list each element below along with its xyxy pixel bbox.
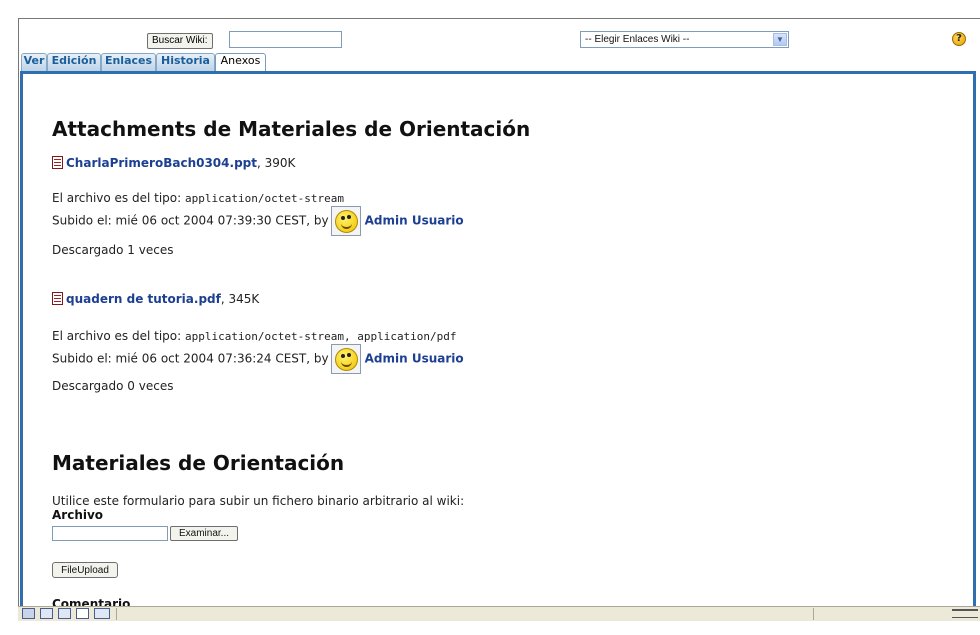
address-book-icon[interactable] — [58, 608, 71, 619]
attachment-type: El archivo es del tipo: application/octe… — [52, 191, 344, 205]
attachment-type-value: application/octet-stream, application/pd… — [185, 330, 457, 343]
mail-icon[interactable] — [40, 608, 53, 619]
help-icon[interactable]: ? — [952, 32, 966, 46]
tab-ver[interactable]: Ver — [21, 53, 47, 71]
status-separator — [813, 608, 814, 620]
wiki-links-select[interactable]: -- Elegir Enlaces Wiki -- ▼ — [580, 31, 789, 48]
file-label: Archivo — [52, 508, 104, 522]
comment-label: Comentario — [52, 597, 131, 606]
attachment-item: CharlaPrimeroBach0304.ppt, 390K — [52, 156, 295, 170]
avatar[interactable] — [330, 344, 361, 374]
tab-anexos[interactable]: Anexos — [215, 53, 266, 72]
upload-date: Subido el: mié 06 oct 2004 07:39:30 CEST… — [52, 213, 329, 228]
attachment-downloads: Descargado 0 veces — [52, 379, 174, 393]
upload-instructions: Utilice este formulario para subir un fi… — [52, 494, 465, 508]
smiley-face-icon — [334, 210, 358, 233]
status-bar — [18, 606, 980, 621]
smiley-face-icon — [334, 348, 358, 371]
attachment-item: quadern de tutoria.pdf, 345K — [52, 292, 259, 306]
attachment-link[interactable]: CharlaPrimeroBach0304.ppt — [66, 156, 257, 170]
attachment-type-label: El archivo es del tipo: — [52, 329, 186, 343]
attachment-type: El archivo es del tipo: application/octe… — [52, 329, 457, 343]
tab-historia[interactable]: Historia — [156, 53, 215, 71]
upload-date: Subido el: mié 06 oct 2004 07:36:24 CEST… — [52, 351, 329, 366]
search-input[interactable] — [229, 31, 342, 48]
search-wiki-button[interactable]: Buscar Wiki: — [147, 33, 213, 49]
file-upload-button[interactable]: FileUpload — [52, 562, 118, 578]
tab-enlaces[interactable]: Enlaces — [101, 53, 156, 71]
attachment-downloads: Descargado 1 veces — [52, 243, 174, 257]
attachment-type-label: El archivo es del tipo: — [52, 191, 186, 205]
file-input[interactable] — [52, 526, 168, 541]
attachments-heading: Attachments de Materiales de Orientación — [52, 117, 531, 141]
chevron-down-icon[interactable]: ▼ — [773, 33, 787, 46]
chat-icon[interactable] — [94, 608, 110, 619]
attachment-size: , 345K — [220, 292, 260, 306]
ppt-file-icon — [52, 156, 63, 169]
user-link[interactable]: Admin Usuario — [365, 352, 464, 366]
attachment-size: , 390K — [256, 156, 296, 170]
wiki-links-select-value: -- Elegir Enlaces Wiki -- — [585, 34, 690, 45]
connection-icon[interactable] — [952, 609, 978, 618]
attachment-upload-info: Subido el: mié 06 oct 2004 07:36:24 CEST… — [52, 344, 464, 374]
avatar[interactable] — [330, 206, 361, 236]
status-separator — [116, 608, 117, 620]
tab-edicion[interactable]: Edición — [47, 53, 101, 71]
upload-heading: Materiales de Orientación — [52, 451, 345, 475]
pdf-file-icon — [52, 292, 63, 305]
user-link[interactable]: Admin Usuario — [365, 214, 464, 228]
attachment-link[interactable]: quadern de tutoria.pdf — [66, 292, 221, 306]
attachment-type-value: application/octet-stream — [185, 192, 344, 205]
attachment-upload-info: Subido el: mié 06 oct 2004 07:39:30 CEST… — [52, 206, 464, 236]
page-icon[interactable] — [22, 608, 35, 619]
browse-button[interactable]: Examinar... — [170, 526, 238, 541]
composer-icon[interactable] — [76, 608, 89, 619]
